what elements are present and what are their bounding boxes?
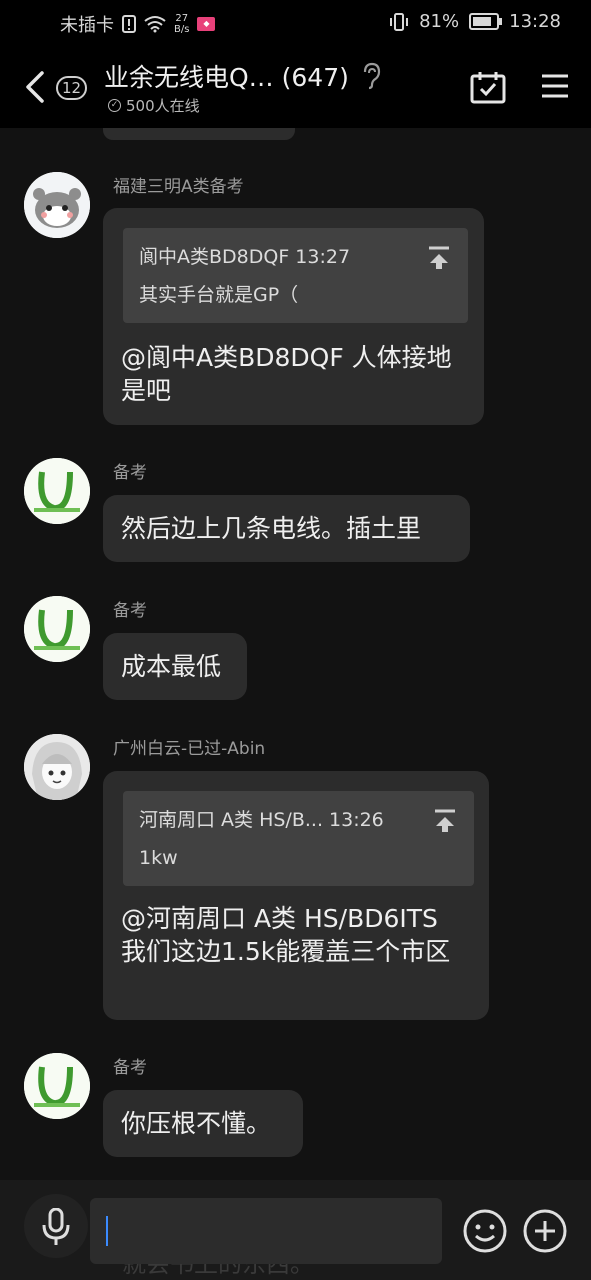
sender-name: 备考 — [113, 1058, 147, 1078]
online-check-icon: ✓ — [108, 99, 121, 112]
member-count: (647) — [281, 63, 349, 92]
chat-header: 12 业余无线电Q… (647) ✓ 500人在线 — [0, 44, 591, 128]
back-arrow-icon[interactable] — [22, 70, 52, 104]
message-bubble[interactable]: 你压根不懂。 — [103, 1090, 303, 1157]
wifi-icon — [144, 16, 166, 33]
app-notification-icon: ◆ — [197, 17, 216, 31]
message-text: @河南周口 A类 HS/BD6ITS 我们这边1.5k能覆盖三个市区 — [121, 904, 451, 966]
message-text: 然后边上几条电线。插土里 — [121, 514, 422, 543]
message-bubble[interactable]: 然后边上几条电线。插土里 — [103, 495, 470, 562]
green-u-avatar-icon — [24, 458, 90, 524]
input-bar: 就会书上的东西。 — [0, 1180, 591, 1280]
group-name: 业余无线电Q… — [104, 63, 274, 92]
message-text: 成本最低 — [121, 652, 222, 681]
avatar[interactable] — [24, 458, 90, 524]
sender-name: 福建三明A类备考 — [113, 177, 244, 197]
avatar[interactable] — [24, 172, 90, 238]
clock: 13:28 — [509, 11, 561, 32]
online-count: 500人在线 — [126, 97, 200, 115]
sender-name: 广州白云-已过-Abin — [113, 739, 266, 759]
microphone-icon — [42, 1208, 70, 1245]
message-bubble[interactable]: 河南周口 A类 HS/B... 13:26 1kw @河南周口 A类 HS/BD… — [103, 771, 489, 1020]
plus-icon[interactable] — [522, 1208, 568, 1254]
green-u-avatar-icon — [24, 1053, 90, 1119]
online-status: ✓ 500人在线 — [108, 95, 200, 116]
unread-badge[interactable]: 12 — [56, 76, 88, 100]
quoted-author-time: 阆中A类BD8DQF 13:27 — [139, 246, 351, 268]
menu-icon[interactable] — [540, 72, 570, 100]
group-title[interactable]: 业余无线电Q… (647) — [104, 58, 349, 94]
sim-missing-icon — [122, 15, 136, 33]
ear-icon — [363, 62, 381, 90]
sender-name: 备考 — [113, 463, 147, 483]
message-text: @阆中A类BD8DQF 人体接地是吧 — [121, 343, 452, 405]
message-bubble[interactable]: 阆中A类BD8DQF 13:27 其实手台就是GP（ @阆中A类BD8DQF 人… — [103, 208, 484, 425]
message-bubble[interactable]: 成本最低 — [103, 633, 247, 700]
avatar[interactable] — [24, 734, 90, 800]
green-u-avatar-icon — [24, 596, 90, 662]
quoted-message[interactable]: 河南周口 A类 HS/B... 13:26 1kw — [123, 791, 474, 886]
text-caret — [106, 1216, 108, 1246]
hamster-avatar-icon — [24, 172, 90, 238]
jump-to-top-icon[interactable] — [434, 809, 456, 833]
voice-button[interactable] — [24, 1194, 88, 1258]
previous-message-bubble — [103, 128, 295, 140]
vibrate-icon — [390, 12, 409, 31]
avatar[interactable] — [24, 1053, 90, 1119]
message-text: 你压根不懂。 — [121, 1109, 272, 1138]
quoted-message[interactable]: 阆中A类BD8DQF 13:27 其实手台就是GP（ — [123, 228, 468, 323]
calendar-check-icon[interactable] — [470, 70, 506, 104]
battery-icon — [469, 13, 503, 30]
quoted-author-time: 河南周口 A类 HS/B... 13:26 — [139, 809, 384, 831]
quoted-text: 其实手台就是GP（ — [139, 284, 299, 306]
sender-name: 备考 — [113, 601, 147, 621]
carrier-text: 未插卡 — [60, 15, 114, 36]
emoji-icon[interactable] — [462, 1208, 508, 1254]
net-speed: 27 B/s — [174, 13, 190, 35]
battery-percent: 81% — [419, 11, 460, 32]
anime-girl-avatar-icon — [24, 734, 90, 800]
message-list[interactable]: 福建三明A类备考 阆中A类BD8DQF 13:27 其实手台就是GP（ @阆中A… — [0, 128, 591, 1180]
quoted-text: 1kw — [139, 847, 178, 869]
status-bar: 未插卡 27 B/s ◆ 81% 13:28 — [0, 0, 591, 44]
avatar[interactable] — [24, 596, 90, 662]
message-input[interactable] — [90, 1198, 442, 1264]
jump-to-top-icon[interactable] — [428, 246, 450, 270]
